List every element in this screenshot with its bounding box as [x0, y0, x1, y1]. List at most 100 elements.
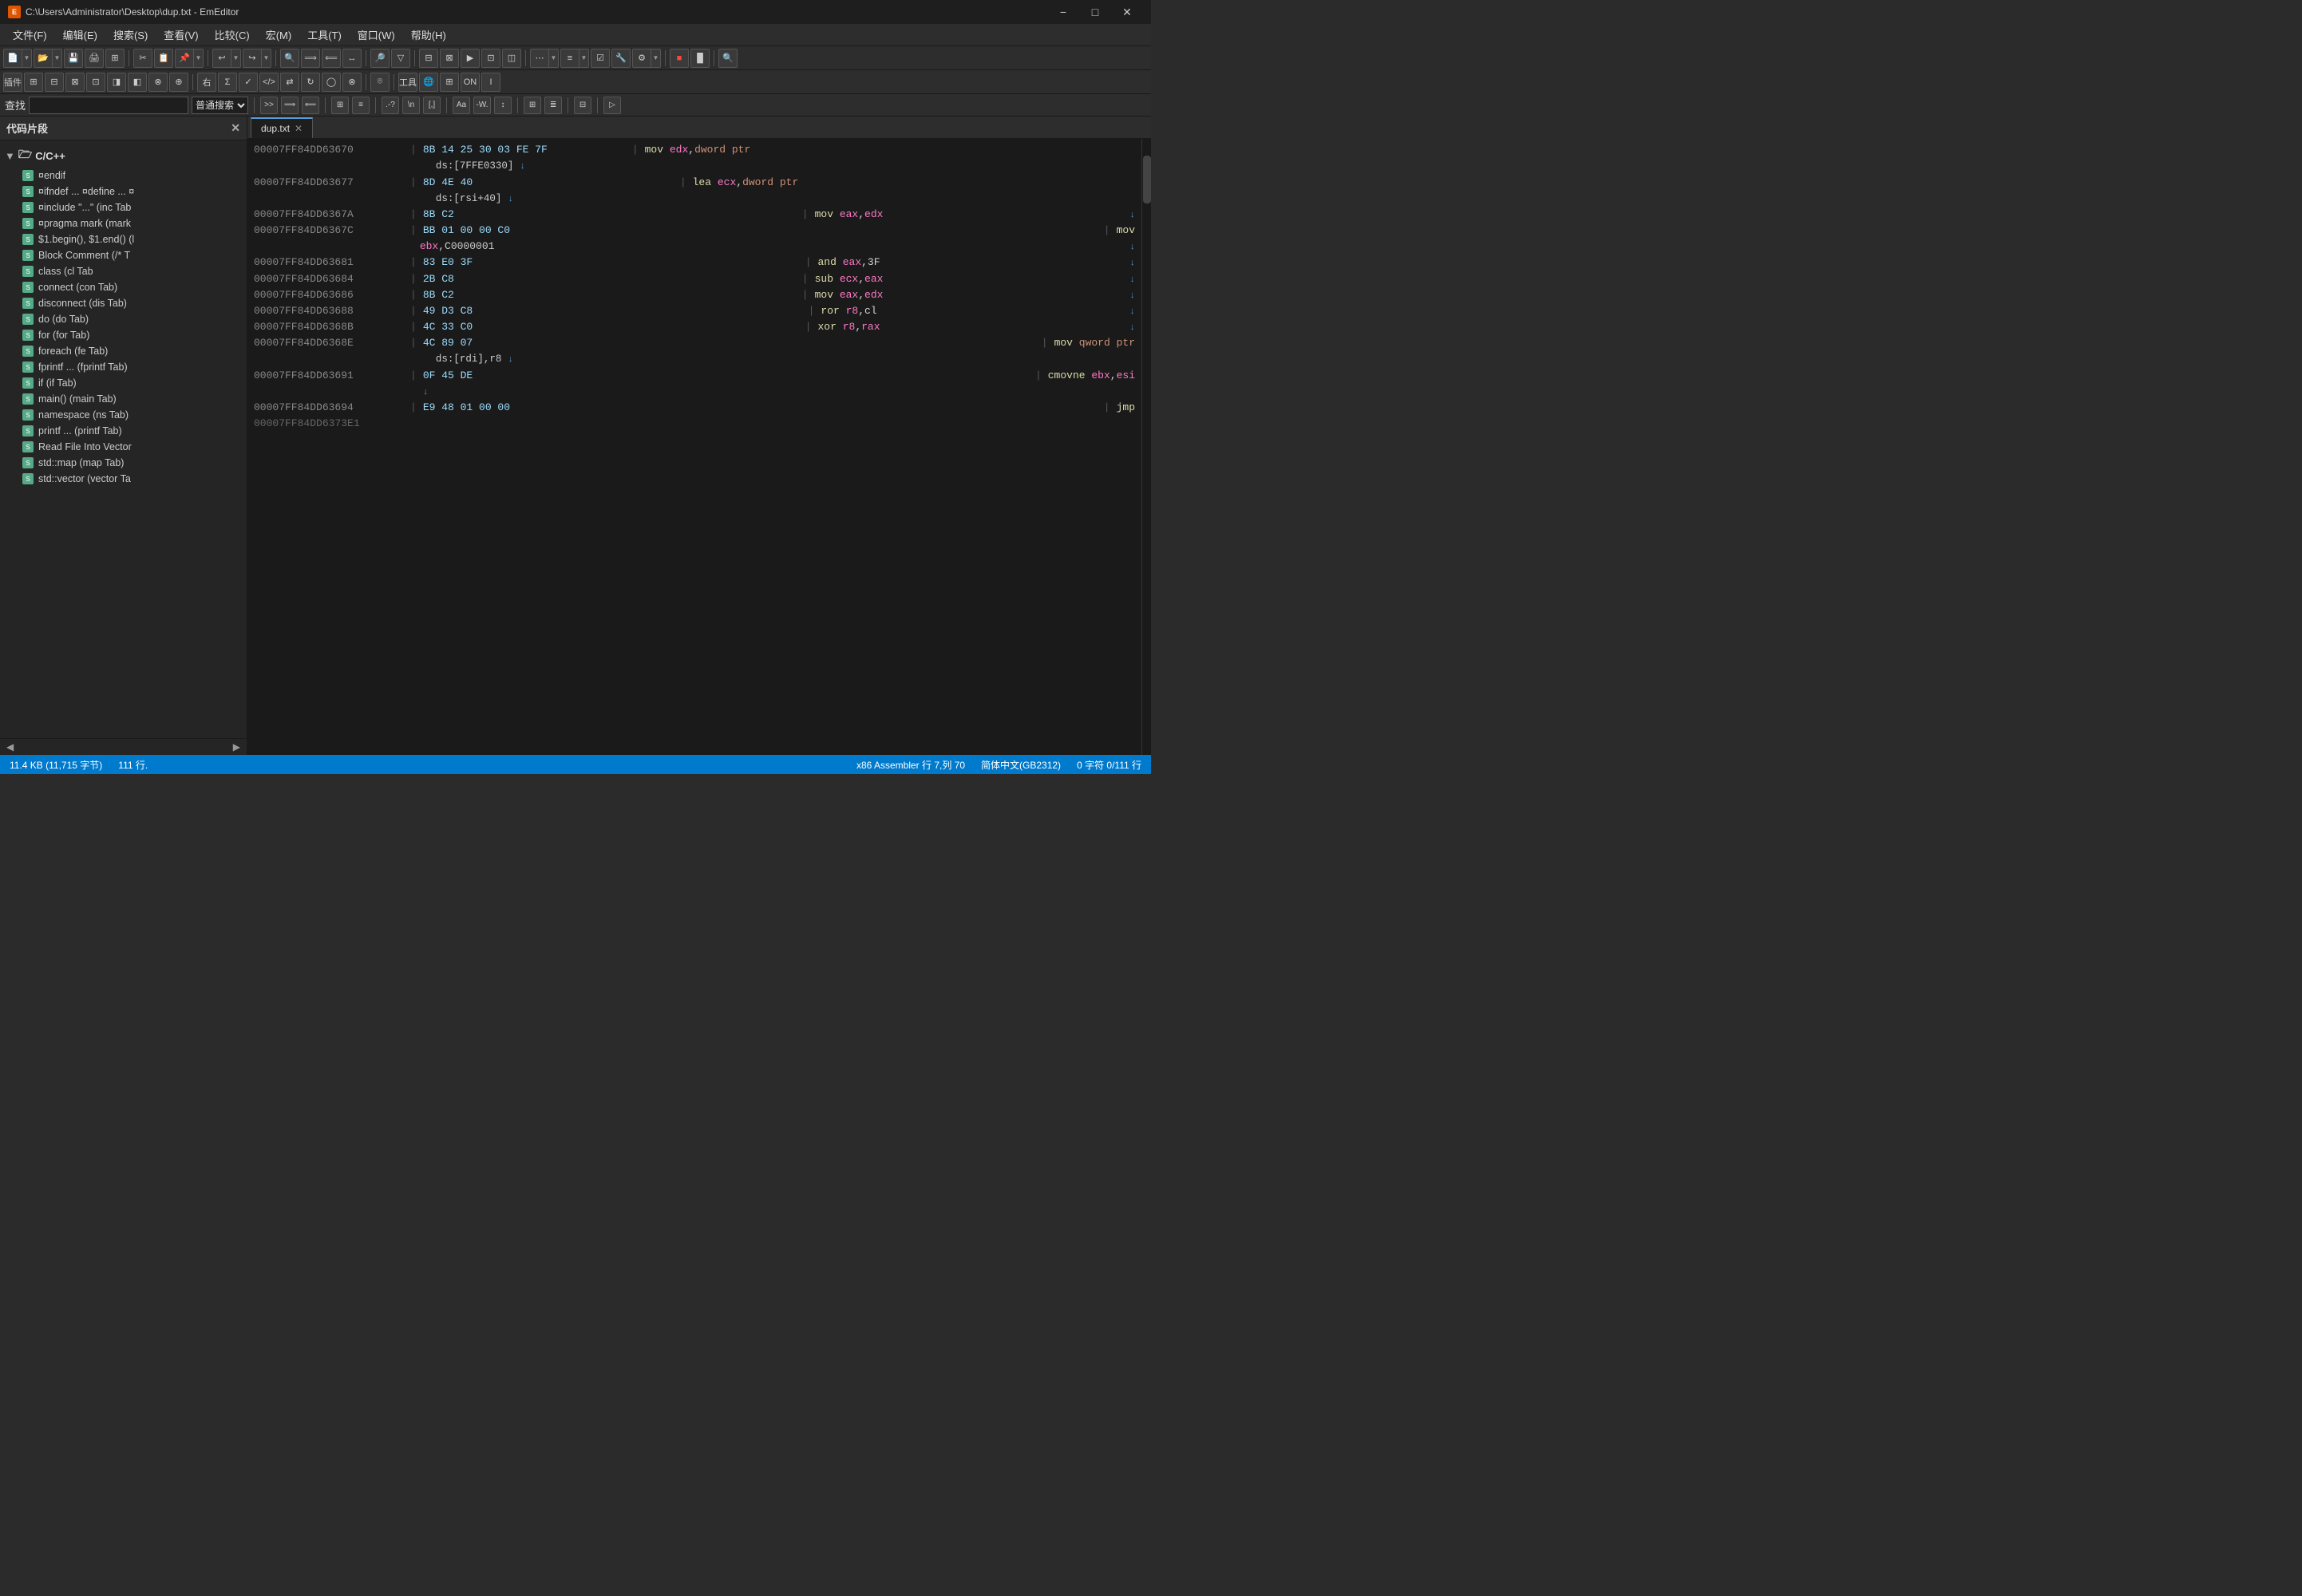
tree-item-ifndef[interactable]: S ¤ifndef ... ¤define ... ¤ [0, 184, 247, 200]
menu-tools[interactable]: 工具(T) [299, 24, 350, 45]
tb2-h[interactable]: ⊕ [169, 73, 188, 92]
sidebar-scroll-left[interactable]: ◀ [6, 741, 14, 753]
sum-button[interactable]: Σ [218, 73, 237, 92]
tb2-e[interactable]: ◨ [107, 73, 126, 92]
stop-button[interactable]: ■ [670, 49, 689, 68]
csv-dropdown-arrow[interactable]: ▼ [579, 49, 588, 68]
search-highlight-button[interactable]: ⊞ [331, 97, 349, 114]
plugin-dropdown-arrow[interactable]: ▼ [651, 49, 660, 68]
tree-item-read-file[interactable]: S Read File Into Vector [0, 439, 247, 455]
snippet-button[interactable]: 插件 [3, 73, 22, 92]
search-loop-button[interactable]: ⟸ [302, 97, 319, 114]
find-button[interactable]: 🔍 [280, 49, 299, 68]
menu-edit[interactable]: 编辑(E) [55, 24, 105, 45]
tree-item-do[interactable]: S do (do Tab) [0, 311, 247, 327]
search-case-button[interactable]: Aa [453, 97, 470, 114]
tree-item-begin-end[interactable]: S $1.begin(), $1.end() (l [0, 231, 247, 247]
code-button[interactable]: </> [259, 73, 279, 92]
tab-dup-txt[interactable]: dup.txt ✕ [251, 117, 313, 138]
undo-button[interactable]: ↩ [213, 49, 231, 68]
align-right[interactable]: 右 [197, 73, 216, 92]
maximize-button[interactable]: □ [1079, 0, 1111, 24]
search-input[interactable] [29, 97, 188, 114]
search-type-select[interactable]: 普通搜索 [192, 97, 248, 114]
find-all-button[interactable]: 🔎 [370, 49, 390, 68]
csv-button[interactable]: ≡ [561, 49, 579, 68]
tree-group-header[interactable]: ▼ 🗁 C/C++ [0, 144, 247, 168]
find-next-button[interactable]: ⟹ [301, 49, 320, 68]
zoom-button[interactable]: 🔍 [718, 49, 738, 68]
tree-item-connect[interactable]: S connect (con Tab) [0, 279, 247, 295]
tb-btn-b[interactable]: ⊠ [440, 49, 459, 68]
tree-item-if[interactable]: S if (if Tab) [0, 375, 247, 391]
new-dropdown-arrow[interactable]: ▼ [22, 49, 31, 68]
print2-button[interactable]: ⊞ [105, 49, 125, 68]
search-extract-button[interactable]: ⊟ [574, 97, 591, 114]
replace-button[interactable]: ↔ [342, 49, 362, 68]
tree-item-for[interactable]: S for (for Tab) [0, 327, 247, 343]
menu-search[interactable]: 搜索(S) [105, 24, 156, 45]
paste-button[interactable]: 📌 [176, 49, 193, 68]
tree-item-class[interactable]: S class (cl Tab [0, 263, 247, 279]
tree-item-main[interactable]: S main() (main Tab) [0, 391, 247, 407]
check2-button[interactable]: ✓ [239, 73, 258, 92]
menu-file[interactable]: 文件(F) [5, 24, 55, 45]
tb2-f[interactable]: ◧ [128, 73, 147, 92]
tb-btn-c[interactable]: ▶ [461, 49, 480, 68]
more-dropdown-arrow[interactable]: ▼ [548, 49, 558, 68]
more-dropdown[interactable]: ⋯ ▼ [530, 49, 559, 68]
new-dropdown[interactable]: 📄 ▼ [3, 49, 32, 68]
tb2-g[interactable]: ⊗ [148, 73, 168, 92]
search-more-button[interactable]: ⊞ [524, 97, 541, 114]
tb2-c[interactable]: ⊠ [65, 73, 85, 92]
cut-button[interactable]: ✂ [133, 49, 152, 68]
code-view[interactable]: 00007FF84DD63670 | 8B 14 25 30 03 FE 7F … [247, 139, 1141, 755]
tb-btn-d[interactable]: ⊡ [481, 49, 500, 68]
copy-button[interactable]: 📋 [154, 49, 173, 68]
sidebar-close-button[interactable]: ✕ [231, 121, 240, 135]
tb2-n[interactable]: ⊞ [440, 73, 459, 92]
tb-check-button[interactable]: ☑ [591, 49, 610, 68]
open-dropdown-arrow[interactable]: ▼ [52, 49, 61, 68]
tb2-k[interactable]: ◯ [322, 73, 341, 92]
more-button[interactable]: ⋯ [531, 49, 548, 68]
tools-label[interactable]: 工具 [398, 73, 417, 92]
menu-help[interactable]: 帮助(H) [403, 24, 454, 45]
tb2-l[interactable]: ⊗ [342, 73, 362, 92]
search-dir-button[interactable]: ↕ [494, 97, 512, 114]
undo-dropdown-arrow[interactable]: ▼ [231, 49, 240, 68]
tb-plugin-button[interactable]: 🔧 [611, 49, 631, 68]
redo-dropdown[interactable]: ↪ ▼ [243, 49, 271, 68]
search-bracket-button[interactable]: [,] [423, 97, 441, 114]
minimize-button[interactable]: − [1047, 0, 1079, 24]
tree-item-fprintf[interactable]: S fprintf ... (fprintf Tab) [0, 359, 247, 375]
tb2-j[interactable]: ↻ [301, 73, 320, 92]
tb2-d[interactable]: ⊡ [86, 73, 105, 92]
open-dropdown[interactable]: 📂 ▼ [34, 49, 62, 68]
sidebar-scroll-right[interactable]: ▶ [233, 741, 240, 753]
new-button[interactable]: 📄 [4, 49, 22, 68]
menu-window[interactable]: 窗口(W) [350, 24, 403, 45]
right-scrollbar[interactable] [1141, 139, 1151, 755]
search-dot-button[interactable]: .-? [382, 97, 399, 114]
search-lines-button[interactable]: ≣ [544, 97, 562, 114]
menu-view[interactable]: 查看(V) [156, 24, 206, 45]
plugin-dropdown[interactable]: ⚙ ▼ [632, 49, 661, 68]
search-prev-button[interactable]: >> [260, 97, 278, 114]
close-button[interactable]: ✕ [1111, 0, 1143, 24]
print-button[interactable]: 🖨 [85, 49, 104, 68]
paste-dropdown-arrow[interactable]: ▼ [193, 49, 203, 68]
tree-item-pragma[interactable]: S ¤pragma mark (mark [0, 215, 247, 231]
save-button[interactable]: 💾 [64, 49, 83, 68]
tree-item-namespace[interactable]: S namespace (ns Tab) [0, 407, 247, 423]
tree-item-endif[interactable]: S ¤endif [0, 168, 247, 184]
search-end-button[interactable]: ▷ [603, 97, 621, 114]
tree-item-include[interactable]: S ¤include "..." (inc Tab [0, 200, 247, 215]
tb2-on[interactable]: ON [461, 73, 480, 92]
tb2-i[interactable]: ⇄ [280, 73, 299, 92]
tb2-o[interactable]: I [481, 73, 500, 92]
open-button[interactable]: 📂 [34, 49, 52, 68]
tree-item-stdvector[interactable]: S std::vector (vector Ta [0, 471, 247, 487]
tb2-b[interactable]: ⊟ [45, 73, 64, 92]
search-word-button[interactable]: -W. [473, 97, 491, 114]
